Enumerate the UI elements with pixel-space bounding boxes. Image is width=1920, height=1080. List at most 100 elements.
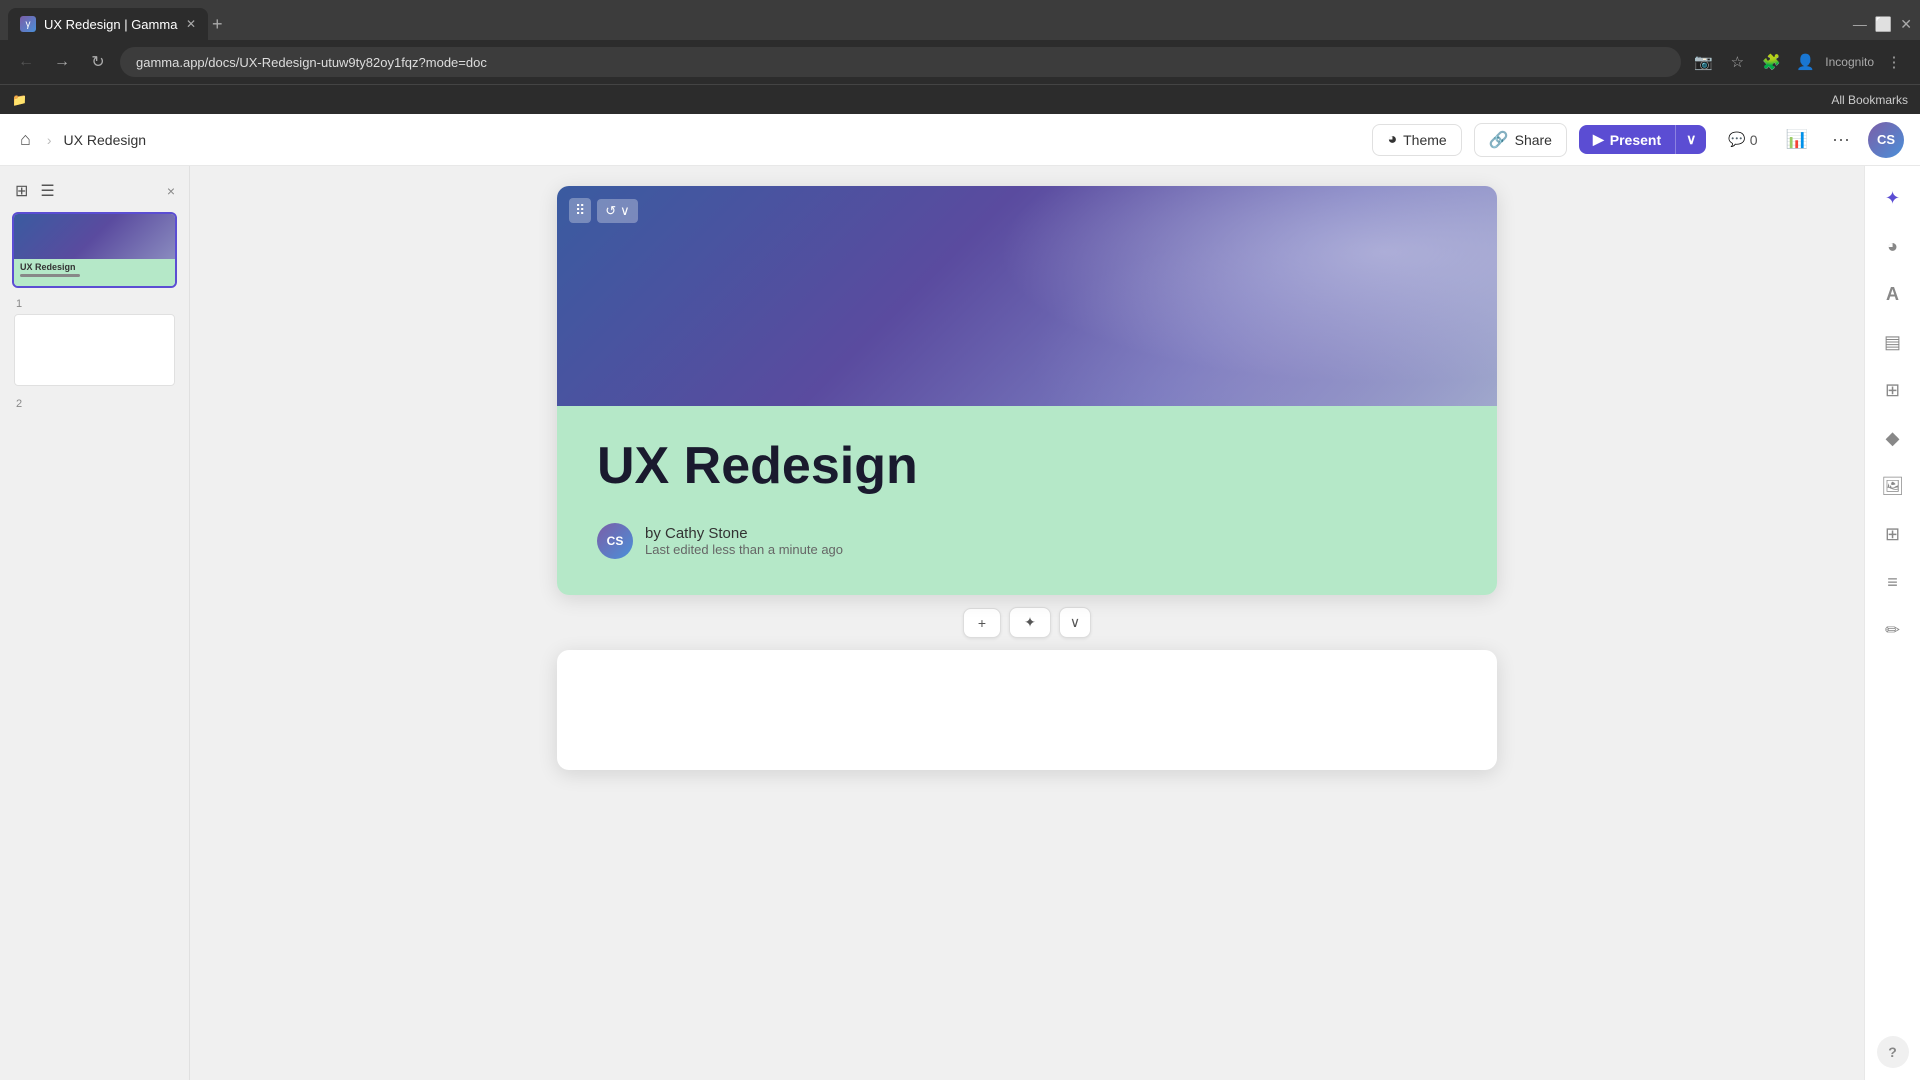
slide-title[interactable]: UX Redesign	[597, 438, 1457, 495]
close-window-button[interactable]: ✕	[1900, 16, 1912, 33]
ai-generate-button[interactable]: ✦	[1009, 607, 1051, 638]
slide-1-info: UX Redesign	[14, 259, 175, 280]
slide-2-number: 2	[12, 396, 177, 412]
breadcrumb-separator: ›	[47, 132, 52, 148]
text-format-button[interactable]: A	[1873, 274, 1913, 314]
author-name: by Cathy Stone	[645, 525, 843, 542]
grid-view-button[interactable]: ⊞	[12, 178, 31, 204]
forward-button[interactable]: →	[48, 48, 76, 76]
browser-tab-bar: γ UX Redesign | Gamma ✕ + — ⬜ ✕	[0, 0, 1920, 40]
tab-title: UX Redesign | Gamma	[44, 17, 178, 32]
avatar-initials: CS	[1877, 132, 1895, 147]
user-avatar-button[interactable]: CS	[1868, 122, 1904, 158]
slide-author-row: CS by Cathy Stone Last edited less than …	[597, 523, 1457, 559]
home-button[interactable]: ⌂	[16, 125, 35, 154]
author-last-edited: Last edited less than a minute ago	[645, 542, 843, 557]
ai-assistant-button[interactable]: ✦	[1873, 178, 1913, 218]
slide-card-1[interactable]: ⠿ ↺ ∨ UX Redesign CS	[557, 186, 1497, 595]
author-avatar: CS	[597, 523, 633, 559]
text-format-icon: A	[1886, 284, 1899, 305]
grip-icon: ⠿	[575, 202, 585, 219]
theme-sidebar-button[interactable]: ◕	[1873, 226, 1913, 266]
back-button[interactable]: ←	[12, 48, 40, 76]
breadcrumb-item: UX Redesign	[64, 132, 147, 148]
slide-thumbnail-1[interactable]: UX Redesign	[12, 212, 177, 288]
present-button[interactable]: ▶ Present ∨	[1579, 125, 1706, 154]
slide-panel-close-button[interactable]: ×	[165, 181, 177, 201]
right-sidebar: ✦ ◕ A ▤ ⊞ ◆ 🖼 ⊞ ≡	[1864, 166, 1920, 1080]
table-button[interactable]: ⊞	[1873, 514, 1913, 554]
right-sidebar-bottom: ?	[1877, 1036, 1909, 1068]
camera-icon[interactable]: 📷	[1689, 48, 1717, 76]
image-button[interactable]: 🖼	[1873, 466, 1913, 506]
address-bar[interactable]	[120, 47, 1681, 77]
profile-icon[interactable]: 👤	[1791, 48, 1819, 76]
theme-icon: ◕	[1387, 131, 1397, 149]
bookmarks-icon: 📁	[12, 93, 27, 107]
slide-bg-top	[557, 186, 1497, 406]
edit-button[interactable]: ✏	[1873, 610, 1913, 650]
bookmark-star-icon[interactable]: ☆	[1723, 48, 1751, 76]
list-view-button[interactable]: ☰	[37, 178, 57, 204]
share-icon: 🔗	[1489, 130, 1509, 150]
cards-button[interactable]: ▤	[1873, 322, 1913, 362]
comments-button[interactable]: 💬 0	[1718, 125, 1767, 154]
layout-icon: ⊞	[1885, 380, 1900, 401]
reload-button[interactable]: ↻	[84, 48, 112, 76]
present-main[interactable]: ▶ Present	[1579, 125, 1675, 154]
slide-card-2[interactable]	[557, 650, 1497, 770]
slide-thumbnail-2[interactable]	[12, 312, 177, 388]
new-tab-button[interactable]: +	[212, 14, 223, 35]
slide-panel-icons: ⊞ ☰	[12, 178, 58, 204]
present-label: Present	[1610, 132, 1661, 148]
slide-1-number: 1	[12, 296, 177, 312]
browser-tab-active[interactable]: γ UX Redesign | Gamma ✕	[8, 8, 208, 40]
browser-nav-bar: ← → ↻ 📷 ☆ 🧩 👤 Incognito ⋮	[0, 40, 1920, 84]
comments-count: 0	[1750, 132, 1758, 148]
ai-star-icon: ✦	[1885, 188, 1900, 209]
undo-icon: ↺	[605, 203, 616, 219]
slide-1-thumb-label: UX Redesign	[20, 262, 169, 272]
theme-button[interactable]: ◕ Theme	[1372, 124, 1461, 156]
minimize-button[interactable]: —	[1853, 16, 1867, 32]
image-icon: 🖼	[1881, 476, 1904, 497]
browser-extension-icon[interactable]: 🧩	[1757, 48, 1785, 76]
slide-content-area[interactable]: UX Redesign CS by Cathy Stone Last edite…	[557, 406, 1497, 595]
slide-undo-button[interactable]: ↺ ∨	[597, 199, 637, 223]
slide-panel-header: ⊞ ☰ ×	[12, 178, 177, 204]
tab-close-icon[interactable]: ✕	[186, 17, 196, 31]
present-dropdown-button[interactable]: ∨	[1675, 125, 1706, 154]
browser-tab-controls: — ⬜ ✕	[1853, 16, 1912, 33]
present-chevron-icon: ∨	[1686, 131, 1696, 148]
theme-circle-icon: ◕	[1887, 236, 1898, 257]
table-icon: ⊞	[1885, 524, 1900, 545]
canvas-area[interactable]: ⠿ ↺ ∨ UX Redesign CS	[190, 166, 1864, 1080]
chart-button[interactable]: 📊	[1780, 123, 1814, 156]
more-options-button[interactable]: ···	[1826, 123, 1856, 156]
browser-menu-button[interactable]: ⋮	[1880, 48, 1908, 76]
add-slide-button[interactable]: +	[963, 608, 1001, 638]
share-button[interactable]: 🔗 Share	[1474, 123, 1567, 157]
incognito-label: Incognito	[1825, 55, 1874, 69]
tab-favicon: γ	[20, 16, 36, 32]
author-info: by Cathy Stone Last edited less than a m…	[645, 525, 843, 557]
shapes-button[interactable]: ◆	[1873, 418, 1913, 458]
slide-panel: ⊞ ☰ × UX Redesign 1	[0, 166, 190, 1080]
slide-1-bg-top	[14, 214, 175, 259]
dropdown-chevron-icon: ∨	[1070, 614, 1080, 630]
restore-button[interactable]: ⬜	[1875, 16, 1892, 33]
between-slides-toolbar: + ✦ ∨	[963, 595, 1091, 650]
more-icon: ···	[1832, 129, 1850, 149]
browser-chrome: γ UX Redesign | Gamma ✕ + — ⬜ ✕ ← → ↻ 📷 …	[0, 0, 1920, 114]
slide-1-bg-bottom: UX Redesign	[14, 259, 175, 286]
layout-button[interactable]: ⊞	[1873, 370, 1913, 410]
slide-grip-button[interactable]: ⠿	[569, 198, 591, 223]
slide-2-preview	[14, 314, 175, 386]
media-button[interactable]: ≡	[1873, 562, 1913, 602]
add-icon: +	[978, 615, 986, 631]
chart-icon: 📊	[1786, 129, 1808, 149]
slide-1-preview: UX Redesign	[14, 214, 175, 286]
help-button[interactable]: ?	[1877, 1036, 1909, 1068]
nav-actions: 📷 ☆ 🧩 👤 Incognito ⋮	[1689, 48, 1908, 76]
between-dropdown-button[interactable]: ∨	[1059, 607, 1091, 638]
